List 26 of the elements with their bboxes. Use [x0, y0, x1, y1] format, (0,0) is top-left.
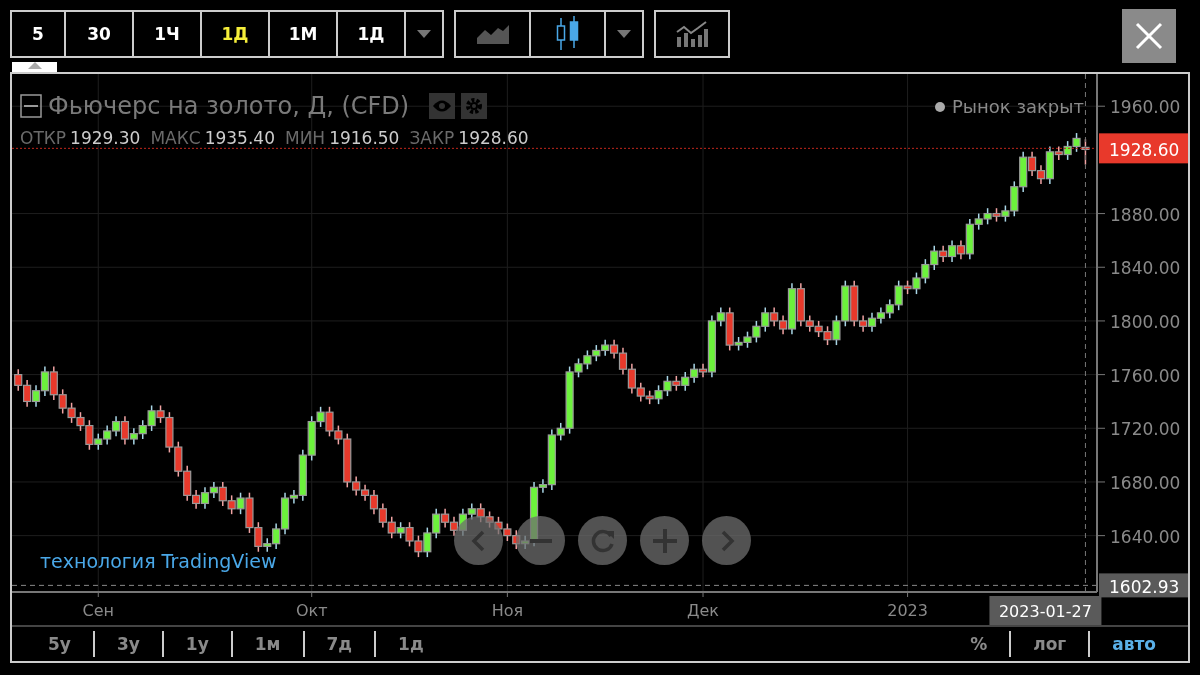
date-axis-label: Дек	[687, 601, 720, 620]
crosshair-date-tag: 2023-01-27	[989, 596, 1102, 625]
date-axis-label: Сен	[82, 601, 114, 620]
ohlc-value: 1916.50	[329, 128, 400, 148]
price-axis-label: 1680.00	[1110, 472, 1181, 493]
ohlc-value: 1929.30	[70, 128, 141, 148]
ohlc-value: 1935.40	[204, 128, 275, 148]
price-axis-label: 1880.00	[1110, 204, 1181, 225]
price-axis-label: 1720.00	[1110, 419, 1181, 440]
low-level-tag: 1602.93	[1099, 573, 1188, 598]
date-axis-label: Ноя	[491, 601, 524, 620]
price-axis-label: 1960.00	[1110, 97, 1181, 118]
price-axis-label: 1760.00	[1110, 365, 1181, 386]
price-axis-label: 1840.00	[1110, 258, 1181, 279]
price-axis-label: 1800.00	[1110, 311, 1181, 332]
last-price-tag: 1928.60	[1099, 133, 1188, 164]
ohlc-label: ОТКР	[20, 128, 67, 148]
date-axis-label: Окт	[295, 601, 328, 620]
date-axis-label: 2023	[887, 601, 928, 620]
market-status: Рынок закрыт	[951, 96, 1084, 117]
ohlc-label: МАКС	[150, 128, 201, 148]
price-axis-label: 1640.00	[1110, 526, 1181, 547]
symbol-title: Фьючерс на золото, Д, (CFD)	[48, 92, 410, 120]
ohlc-value: 1928.60	[458, 128, 529, 148]
ohlc-label: МИН	[284, 128, 326, 148]
ohlc-label: ЗАКР	[409, 128, 455, 148]
